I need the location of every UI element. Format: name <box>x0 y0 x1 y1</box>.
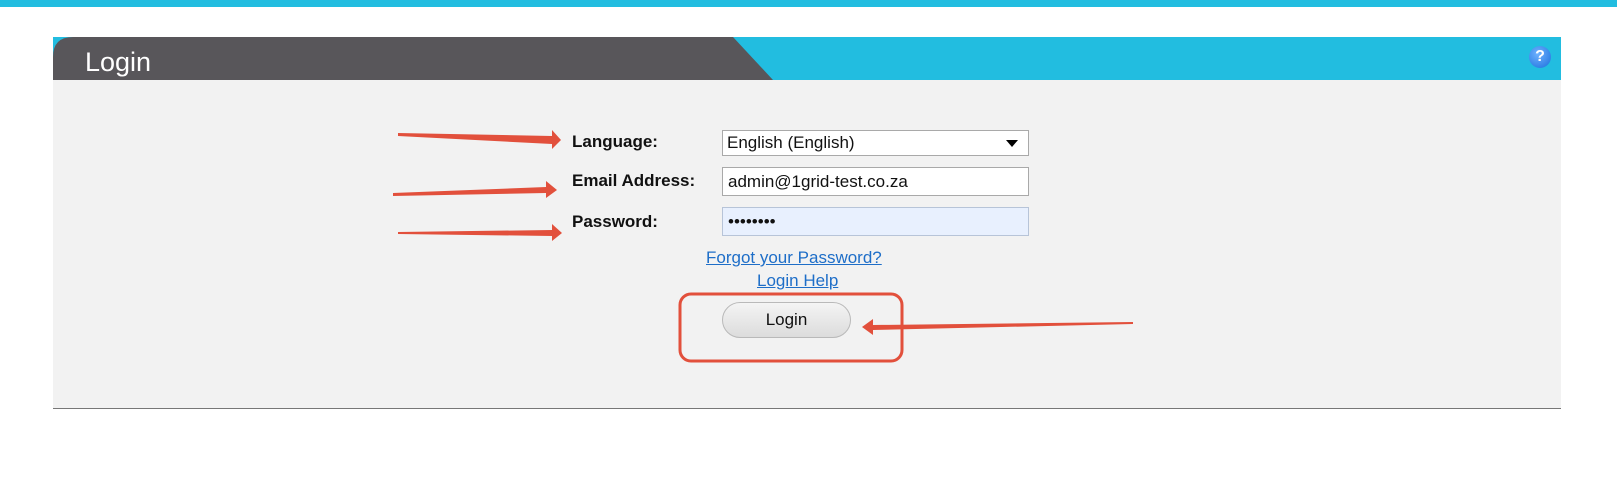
email-label: Email Address: <box>572 171 696 190</box>
page-title: Login <box>85 47 152 77</box>
language-select[interactable]: English (English) <box>722 130 1029 156</box>
language-selected-value: English (English) <box>727 133 855 152</box>
forgot-password-link[interactable]: Forgot your Password? <box>706 248 882 268</box>
login-button[interactable]: Login <box>722 302 851 338</box>
language-label: Language: <box>572 132 658 151</box>
header-background <box>53 37 1561 80</box>
question-mark-icon[interactable]: ? <box>1529 46 1551 68</box>
email-field[interactable] <box>722 167 1029 196</box>
dropdown-caret-icon <box>1006 140 1018 147</box>
header-title-tab <box>53 37 773 80</box>
panel-header: Login ? <box>53 37 1561 80</box>
password-label: Password: <box>572 212 658 231</box>
login-page: Login ? Language: Email Address: Passwor… <box>0 0 1617 477</box>
login-help-link[interactable]: Login Help <box>757 271 838 291</box>
top-accent-bar <box>0 0 1617 7</box>
password-field[interactable] <box>722 207 1029 236</box>
